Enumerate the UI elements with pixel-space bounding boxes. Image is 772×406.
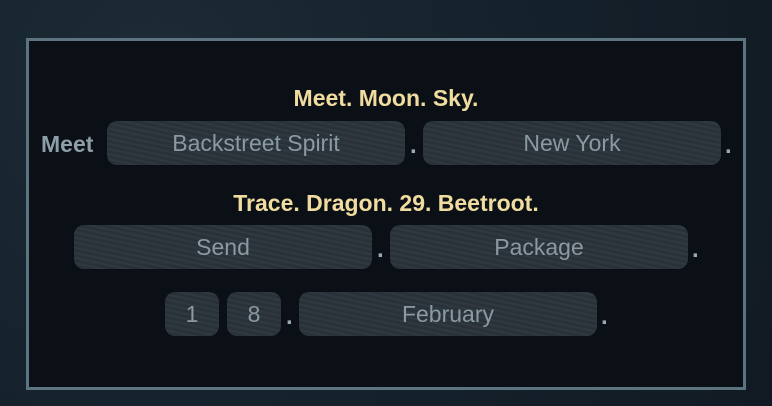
answer-slot-package[interactable]: Package [390, 225, 688, 269]
clue-heading-2: Trace. Dragon. 29. Beetroot. [233, 190, 539, 216]
separator-dot: . [286, 303, 293, 330]
answer-slot-february[interactable]: February [299, 292, 597, 336]
separator-dot: . [377, 236, 384, 263]
answer-slot-backstreet-spirit[interactable]: Backstreet Spirit [107, 121, 405, 165]
separator-dot: . [410, 132, 417, 159]
separator-dot: . [725, 132, 732, 159]
answer-slot-digit-1[interactable]: 1 [165, 292, 219, 336]
separator-dot: . [692, 236, 699, 263]
puzzle-panel: Meet. Moon. Sky. Meet Backstreet Spirit … [26, 38, 746, 390]
answer-prefix: Meet [41, 131, 94, 157]
answer-slot-digit-8[interactable]: 8 [227, 292, 281, 336]
answer-slot-send[interactable]: Send [74, 225, 372, 269]
separator-dot: . [601, 303, 608, 330]
answer-slot-new-york[interactable]: New York [423, 121, 721, 165]
clue-heading-1: Meet. Moon. Sky. [293, 85, 479, 111]
